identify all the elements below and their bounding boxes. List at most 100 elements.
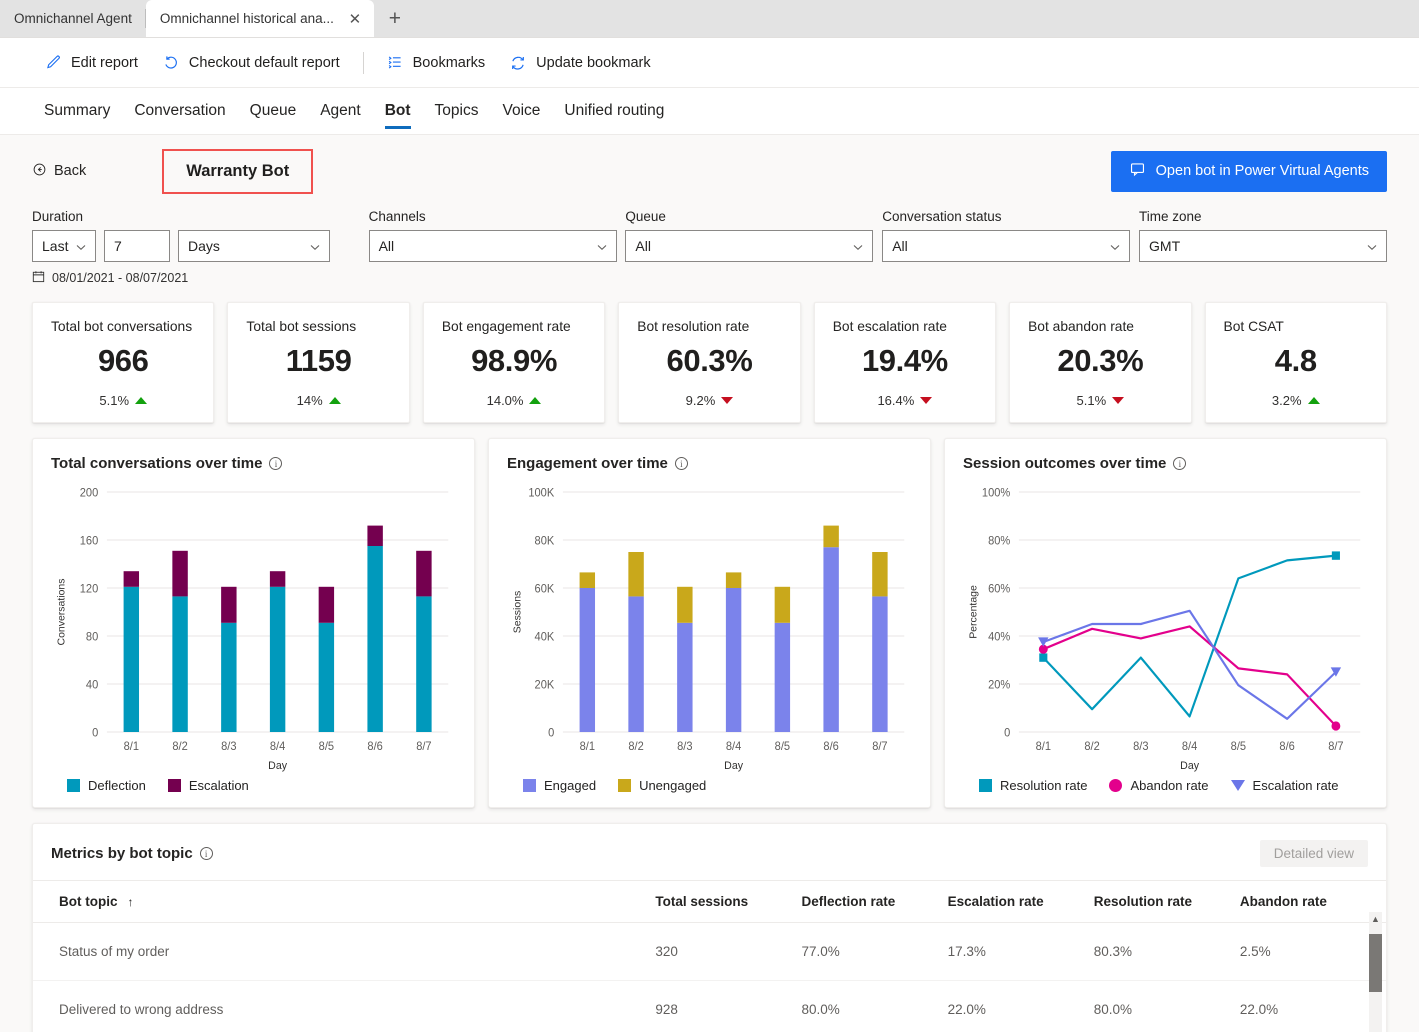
info-icon[interactable]: i [1173, 457, 1187, 470]
plus-icon[interactable]: + [374, 0, 416, 37]
queue-select[interactable]: All [625, 230, 874, 262]
svg-text:120: 120 [80, 583, 98, 595]
kpi-delta: 5.1% [99, 393, 148, 408]
legend-swatch [979, 779, 992, 792]
kpi-card-row: Total bot conversations 966 5.1% Total b… [32, 302, 1387, 423]
trend-up-icon [328, 397, 341, 404]
info-icon[interactable]: i [199, 847, 213, 860]
channels-label: Channels [368, 209, 426, 224]
duration-unit-value: Days [188, 238, 220, 254]
open-bot-in-power-virtual-agents-button[interactable]: Open bot in Power Virtual Agents [1110, 150, 1387, 192]
table-row[interactable]: Delivered to wrong address 928 80.0% 22.… [33, 980, 1386, 1032]
back-button[interactable]: Back [32, 162, 86, 181]
detailed-view-button[interactable]: Detailed view [1259, 840, 1368, 867]
chart-card-session-outcomes-over-time: Session outcomes over time i 0 20% 40% 60% 8… [944, 438, 1387, 808]
kpi-label: Bot escalation rate [832, 319, 947, 334]
tab-unified-routing[interactable]: Unified routing [552, 88, 676, 135]
kpi-bot-abandon-rate: Bot abandon rate 20.3% 5.1% [1009, 302, 1192, 423]
legend-swatch [1109, 779, 1123, 792]
column-header-abandon-rate[interactable]: Abandon rate [1239, 880, 1386, 923]
kpi-label: Bot CSAT [1223, 319, 1284, 334]
tab-label: Summary [44, 102, 111, 119]
legend-item-escalation[interactable]: Escalation [167, 778, 249, 793]
svg-text:8/4: 8/4 [1182, 741, 1197, 753]
column-header-bot-topic[interactable]: Bot topic ↑ [33, 880, 656, 923]
line-chart-svg: 0 20% 40% 60% 80% 100% 8/1 8/2 8/3 8/4 8/5 8/6 8/7 Da… [969, 487, 1361, 772]
duration-operator-select[interactable]: Last [32, 230, 96, 262]
legend-item-unengaged[interactable]: Unengaged [618, 778, 706, 793]
svg-text:8/5: 8/5 [1231, 741, 1246, 753]
scrollbar-thumb[interactable] [1369, 934, 1382, 992]
tab-bot[interactable]: Bot [373, 88, 423, 135]
scroll-up-icon[interactable]: ▲ [1369, 914, 1382, 924]
duration-unit-select[interactable]: Days [178, 230, 330, 262]
browser-tab-omnichannel-historical-analytics[interactable]: Omnichannel historical ana... ✕ [145, 0, 374, 37]
legend-label: Unengaged [639, 778, 707, 793]
legend-item-deflection[interactable]: Deflection [67, 778, 146, 793]
svg-text:8/5: 8/5 [319, 741, 334, 753]
tab-conversation[interactable]: Conversation [122, 88, 237, 135]
bookmarks-button[interactable]: Bookmarks [376, 47, 497, 78]
kpi-bot-engagement-rate: Bot engagement rate 98.9% 14.0% [422, 302, 606, 423]
time-zone-select[interactable]: GMT [1139, 230, 1388, 262]
time-zone-value: GMT [1149, 238, 1181, 254]
chevron-down-icon [302, 238, 320, 254]
tab-voice[interactable]: Voice [490, 88, 552, 135]
legend-swatch [67, 779, 80, 792]
checkout-default-report-button[interactable]: Checkout default report [151, 47, 351, 79]
metrics-table: Bot topic ↑ Total sessions Deflection rat… [33, 880, 1386, 1032]
legend-item-escalation-rate[interactable]: Escalation rate [1230, 778, 1339, 793]
legend-item-resolution-rate[interactable]: Resolution rate [979, 778, 1087, 793]
kpi-delta-value: 5.1% [99, 393, 130, 408]
kpi-value: 966 [97, 343, 149, 378]
svg-text:8/6: 8/6 [367, 741, 382, 753]
svg-text:0: 0 [1004, 727, 1010, 739]
legend-item-engaged[interactable]: Engaged [523, 778, 596, 793]
table-row[interactable]: Status of my order 320 77.0% 17.3% 80.3%… [33, 922, 1386, 981]
svg-text:8/6: 8/6 [823, 741, 838, 753]
browser-tab-strip: Omnichannel Agent Omnichannel historical… [0, 0, 1419, 38]
queue-label: Queue [625, 209, 666, 224]
svg-text:8/5: 8/5 [775, 741, 790, 753]
kpi-value: 1159 [285, 343, 352, 378]
legend-item-abandon-rate[interactable]: Abandon rate [1109, 778, 1209, 793]
svg-text:Conversations: Conversations [57, 578, 68, 645]
browser-tab-label: Omnichannel Agent [14, 11, 132, 26]
column-header-deflection-rate[interactable]: Deflection rate [801, 880, 948, 923]
tab-topics[interactable]: Topics [423, 88, 491, 135]
svg-text:8/3: 8/3 [221, 741, 236, 753]
browser-tab-omnichannel-agent[interactable]: Omnichannel Agent [0, 0, 146, 37]
channels-value: All [378, 238, 395, 254]
kpi-delta-value: 9.2% [685, 393, 716, 408]
conversation-status-label: Conversation status [882, 209, 1002, 224]
channels-filter-group: Channels All [368, 209, 626, 262]
legend-label: Abandon rate [1130, 778, 1209, 793]
calendar-icon [32, 270, 45, 286]
column-header-total-sessions[interactable]: Total sessions [655, 880, 802, 923]
cell-bot-topic: Status of my order [33, 922, 656, 981]
conversation-status-select[interactable]: All [882, 230, 1131, 262]
tab-queue[interactable]: Queue [238, 88, 309, 135]
kpi-value: 60.3% [666, 343, 753, 378]
column-header-resolution-rate[interactable]: Resolution rate [1093, 880, 1240, 923]
trend-down-icon [721, 397, 734, 404]
column-header-escalation-rate[interactable]: Escalation rate [947, 880, 1094, 923]
info-icon[interactable]: i [269, 457, 283, 470]
channels-select[interactable]: All [368, 230, 617, 262]
kpi-total-bot-sessions: Total bot sessions 1159 14% [227, 302, 410, 423]
close-icon[interactable]: ✕ [344, 8, 366, 30]
duration-amount-input[interactable]: 7 [104, 230, 170, 262]
info-icon[interactable]: i [674, 457, 688, 470]
update-bookmark-button[interactable]: Update bookmark [498, 47, 661, 79]
toolbar-divider [362, 51, 364, 74]
bar-chart-svg: 0 20K 40K 60K 80K 100K 8/1 8/2 8/3 8/4 8/5 8/6 8/7 Da… [513, 487, 905, 772]
svg-text:8/1: 8/1 [124, 741, 139, 753]
svg-text:20K: 20K [535, 679, 555, 691]
table-vertical-scrollbar[interactable]: ▲ [1369, 912, 1382, 1032]
tab-agent[interactable]: Agent [308, 88, 373, 135]
table-header-row: Metrics by bot topic i Detailed view [33, 824, 1386, 880]
tab-summary[interactable]: Summary [32, 88, 122, 135]
edit-report-button[interactable]: Edit report [34, 47, 149, 78]
legend-label: Resolution rate [1000, 778, 1088, 793]
time-zone-label: Time zone [1139, 209, 1202, 224]
